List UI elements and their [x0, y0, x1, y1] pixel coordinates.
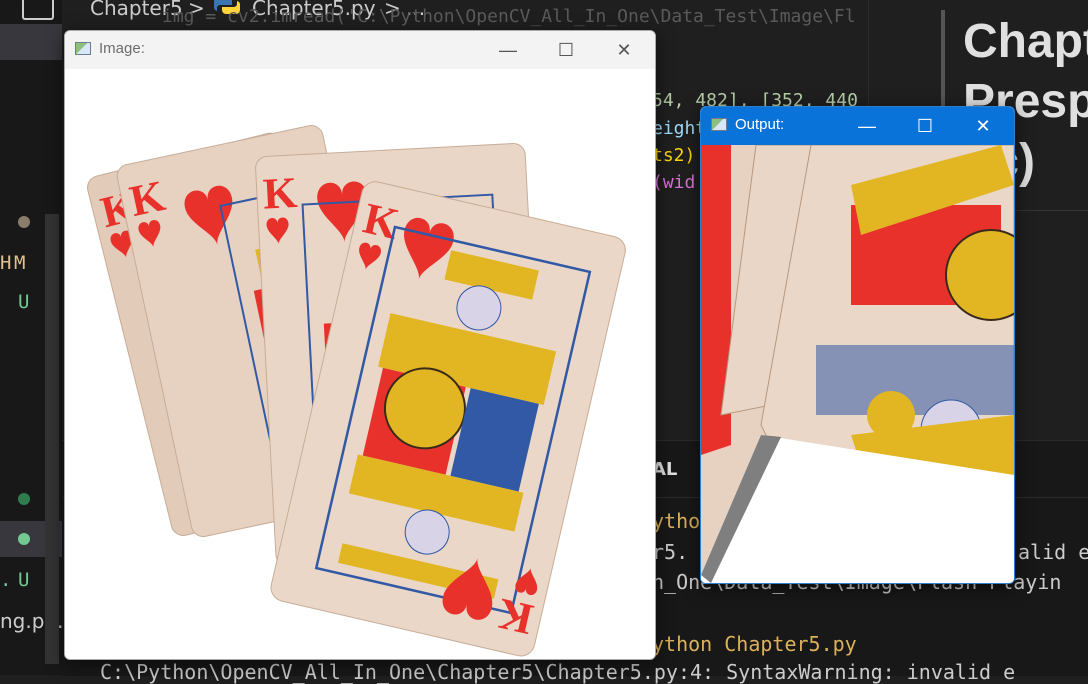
minimize-button[interactable]: — — [838, 107, 896, 145]
untracked-badge: U — [18, 569, 30, 591]
terminal-line: r5. — [652, 540, 689, 564]
window-titlebar[interactable]: Image: — ☐ ✕ — [65, 31, 655, 69]
playing-cards-image: K K K K K — [65, 69, 655, 659]
truncated-label: H — [0, 252, 12, 274]
window-title: Image: — [99, 40, 145, 57]
output-window[interactable]: Output: — ☐ ✕ — [700, 106, 1015, 584]
terminal-line: alid e — [1018, 540, 1088, 564]
maximize-button[interactable]: ☐ — [537, 31, 595, 69]
explorer-panel: H M U . U ng.p... — [0, 0, 64, 675]
explorer-selected-row[interactable] — [0, 24, 62, 60]
warped-output-image — [701, 145, 1014, 583]
code-line: ts2) — [652, 145, 696, 166]
status-dot — [18, 493, 30, 505]
maximize-button[interactable]: ☐ — [896, 107, 954, 145]
status-dot — [18, 533, 30, 545]
modified-badge: M — [14, 252, 26, 274]
truncated-label: . — [0, 569, 12, 591]
svg-text:K: K — [262, 168, 299, 219]
split-editor-icon[interactable] — [22, 0, 54, 20]
window-title: Output: — [735, 116, 785, 133]
code-line: (wid — [652, 172, 696, 193]
close-button[interactable]: ✕ — [595, 31, 653, 69]
window-titlebar[interactable]: Output: — ☐ ✕ — [701, 107, 1014, 145]
code-line: eight — [652, 118, 707, 139]
app-icon — [75, 42, 91, 55]
code-line: img = cv2.imread('C:\Python\OpenCV_All_I… — [162, 6, 856, 27]
app-icon — [711, 118, 727, 131]
status-dot — [18, 216, 30, 228]
image-window[interactable]: Image: — ☐ ✕ K K K K K — [64, 30, 656, 660]
close-button[interactable]: ✕ — [954, 107, 1012, 145]
terminal-line: C:\Python\OpenCV_All_In_One\Chapter5\Cha… — [100, 660, 1016, 684]
untracked-badge: U — [18, 291, 30, 313]
minimize-button[interactable]: — — [479, 31, 537, 69]
explorer-scrollbar[interactable] — [45, 214, 59, 664]
terminal-line: ython Chapter5.py — [652, 632, 857, 656]
